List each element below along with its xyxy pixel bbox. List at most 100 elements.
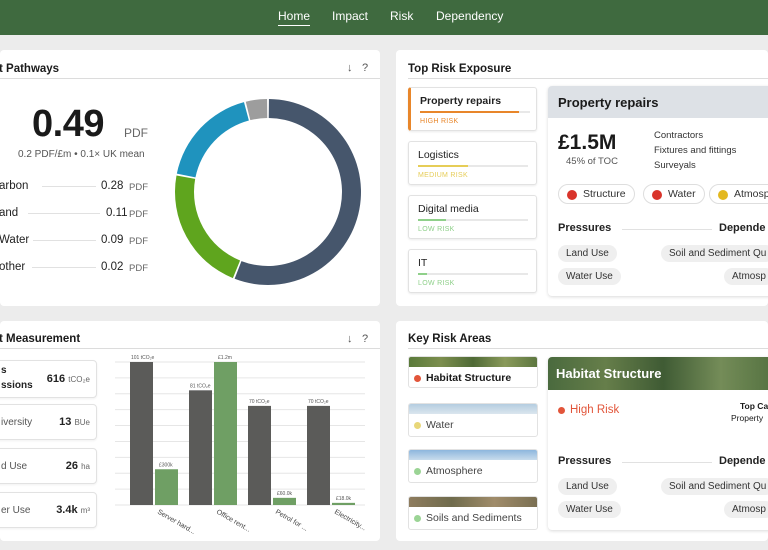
- status-dot: [558, 407, 565, 414]
- bar-data-label: £1.2m: [218, 355, 232, 361]
- dependency-chip[interactable]: Atmosp: [724, 268, 768, 285]
- pathway-row-label: Water: [0, 234, 30, 246]
- habitat-thumbnail: [409, 357, 537, 367]
- risk-bar-fill: [418, 219, 446, 221]
- detail-title: Habitat Structure: [556, 366, 662, 381]
- subcategory-item: Contractors: [654, 130, 704, 141]
- tile-unit: BUe: [74, 418, 90, 427]
- row-divider: [28, 213, 100, 214]
- top-category-value: Property: [731, 413, 764, 423]
- tile-value: 3.4k: [56, 504, 78, 516]
- donut-segment-1[interactable]: [175, 175, 241, 279]
- risk-bar-fill: [418, 165, 468, 167]
- bar-spend-3[interactable]: [332, 502, 355, 505]
- tag-label: Structure: [583, 188, 626, 200]
- pathway-row-unit: PDF: [129, 182, 148, 193]
- card-divider: [408, 78, 768, 79]
- bar-data-label: 101 tCO₂e: [131, 355, 155, 361]
- risk-area-soils[interactable]: Soils and Sediments: [408, 496, 538, 530]
- subcategory-item: Surveyals: [654, 160, 696, 171]
- dependencies-heading: Depende: [719, 222, 766, 234]
- risk-tile-it[interactable]: IT LOW RISK: [408, 249, 537, 293]
- risk-area-atmosphere[interactable]: Atmosphere: [408, 449, 538, 483]
- risk-tile-name: Digital media: [418, 203, 479, 215]
- pathway-row-unit: PDF: [129, 263, 148, 274]
- risk-level-label: MEDIUM RISK: [418, 172, 468, 179]
- download-icon[interactable]: ↓: [347, 333, 353, 345]
- biodiversity-tile[interactable]: iversity 13 BUe: [0, 404, 97, 440]
- tile-value: 26: [65, 460, 79, 472]
- tile-label: s: [1, 365, 7, 376]
- top-category-label: Top Ca: [740, 401, 768, 411]
- detail-cost-value: £1.5M: [558, 131, 617, 154]
- dependency-chip[interactable]: Atmosp: [724, 501, 768, 518]
- risk-area-name: Habitat Structure: [426, 372, 512, 384]
- bar-emissions-3[interactable]: [307, 405, 330, 505]
- bar-data-label: £60.0k: [277, 491, 293, 497]
- risk-tile-property-repairs[interactable]: Property repairs HIGH RISK: [408, 87, 537, 131]
- bar-data-label: 70 tCO₂e: [308, 399, 329, 405]
- donut-segment-3[interactable]: [245, 99, 268, 121]
- tag-chip-atmosphere[interactable]: Atmosp: [709, 184, 768, 204]
- nav-dependency[interactable]: Dependency: [436, 9, 503, 23]
- pressure-chip[interactable]: Water Use: [558, 501, 621, 518]
- risk-level-label: LOW RISK: [418, 226, 455, 233]
- bar-emissions-0[interactable]: [130, 362, 153, 505]
- bar-spend-1[interactable]: [214, 362, 237, 505]
- pressure-chip[interactable]: Land Use: [558, 245, 617, 262]
- status-dot: [718, 190, 728, 200]
- status-dot: [414, 375, 421, 382]
- risk-level-text: High Risk: [570, 404, 620, 416]
- card-divider: [408, 348, 768, 349]
- water-thumbnail: [409, 404, 537, 414]
- bar-spend-2[interactable]: [273, 497, 296, 505]
- bar-spend-0[interactable]: [155, 469, 178, 505]
- water-use-tile[interactable]: er Use 3.4k m³: [0, 492, 97, 528]
- land-use-tile[interactable]: d Use 26 ha: [0, 448, 97, 484]
- pathway-row-label: and: [0, 207, 19, 219]
- pathway-row-value: 0.11: [106, 207, 128, 219]
- donut-segment-2[interactable]: [176, 102, 249, 178]
- risk-area-water[interactable]: Water: [408, 403, 538, 437]
- row-divider: [32, 267, 96, 268]
- pathway-row-label: other: [0, 261, 26, 273]
- pressure-chip[interactable]: Land Use: [558, 478, 617, 495]
- pathway-row-unit: PDF: [129, 236, 148, 247]
- emissions-tile[interactable]: s ssions 616 tCO₂e: [0, 360, 97, 398]
- tile-unit: m³: [80, 506, 90, 515]
- help-icon[interactable]: ?: [362, 62, 368, 74]
- detail-cost-share: 45% of TOC: [566, 156, 618, 167]
- download-icon[interactable]: ↓: [347, 62, 353, 74]
- risk-bar-fill: [420, 111, 519, 113]
- tag-chip-structure[interactable]: Structure: [558, 184, 635, 204]
- atmosphere-thumbnail: [409, 450, 537, 460]
- status-dot: [414, 422, 421, 429]
- pathway-donut-chart: [175, 99, 362, 285]
- help-icon[interactable]: ?: [362, 333, 368, 345]
- donut-segment-0[interactable]: [234, 99, 362, 285]
- dependency-chip[interactable]: Soil and Sediment Qu: [661, 245, 768, 262]
- risk-tile-name: Property repairs: [420, 95, 502, 107]
- risk-detail-panel: Property repairs £1.5M 45% of TOC Contra…: [548, 86, 768, 296]
- bar-data-label: 81 tCO₂e: [190, 383, 211, 389]
- bar-emissions-2[interactable]: [248, 405, 271, 505]
- nav-impact[interactable]: Impact: [332, 9, 368, 23]
- risk-area-name: Soils and Sediments: [426, 512, 522, 524]
- pressures-heading: Pressures: [558, 222, 612, 234]
- risk-tile-logistics[interactable]: Logistics MEDIUM RISK: [408, 141, 537, 185]
- x-tick-label: Electricity...: [333, 509, 367, 533]
- risk-tile-name: IT: [418, 257, 428, 269]
- nav-risk[interactable]: Risk: [390, 9, 413, 23]
- dependency-chip[interactable]: Soil and Sediment Qu: [661, 478, 768, 495]
- pressure-chip[interactable]: Water Use: [558, 268, 621, 285]
- tag-chip-water[interactable]: Water: [643, 184, 705, 204]
- bar-emissions-1[interactable]: [189, 390, 212, 505]
- tile-label: er Use: [1, 505, 31, 516]
- nav-home[interactable]: Home: [278, 9, 311, 26]
- risk-area-habitat-structure[interactable]: Habitat Structure: [408, 356, 538, 388]
- x-tick-label: Server hard...: [156, 509, 196, 535]
- risk-tile-digital-media[interactable]: Digital media LOW RISK: [408, 195, 537, 239]
- tile-value: 13: [59, 416, 72, 428]
- card-title: t Measurement: [0, 333, 81, 345]
- row-divider: [42, 186, 96, 187]
